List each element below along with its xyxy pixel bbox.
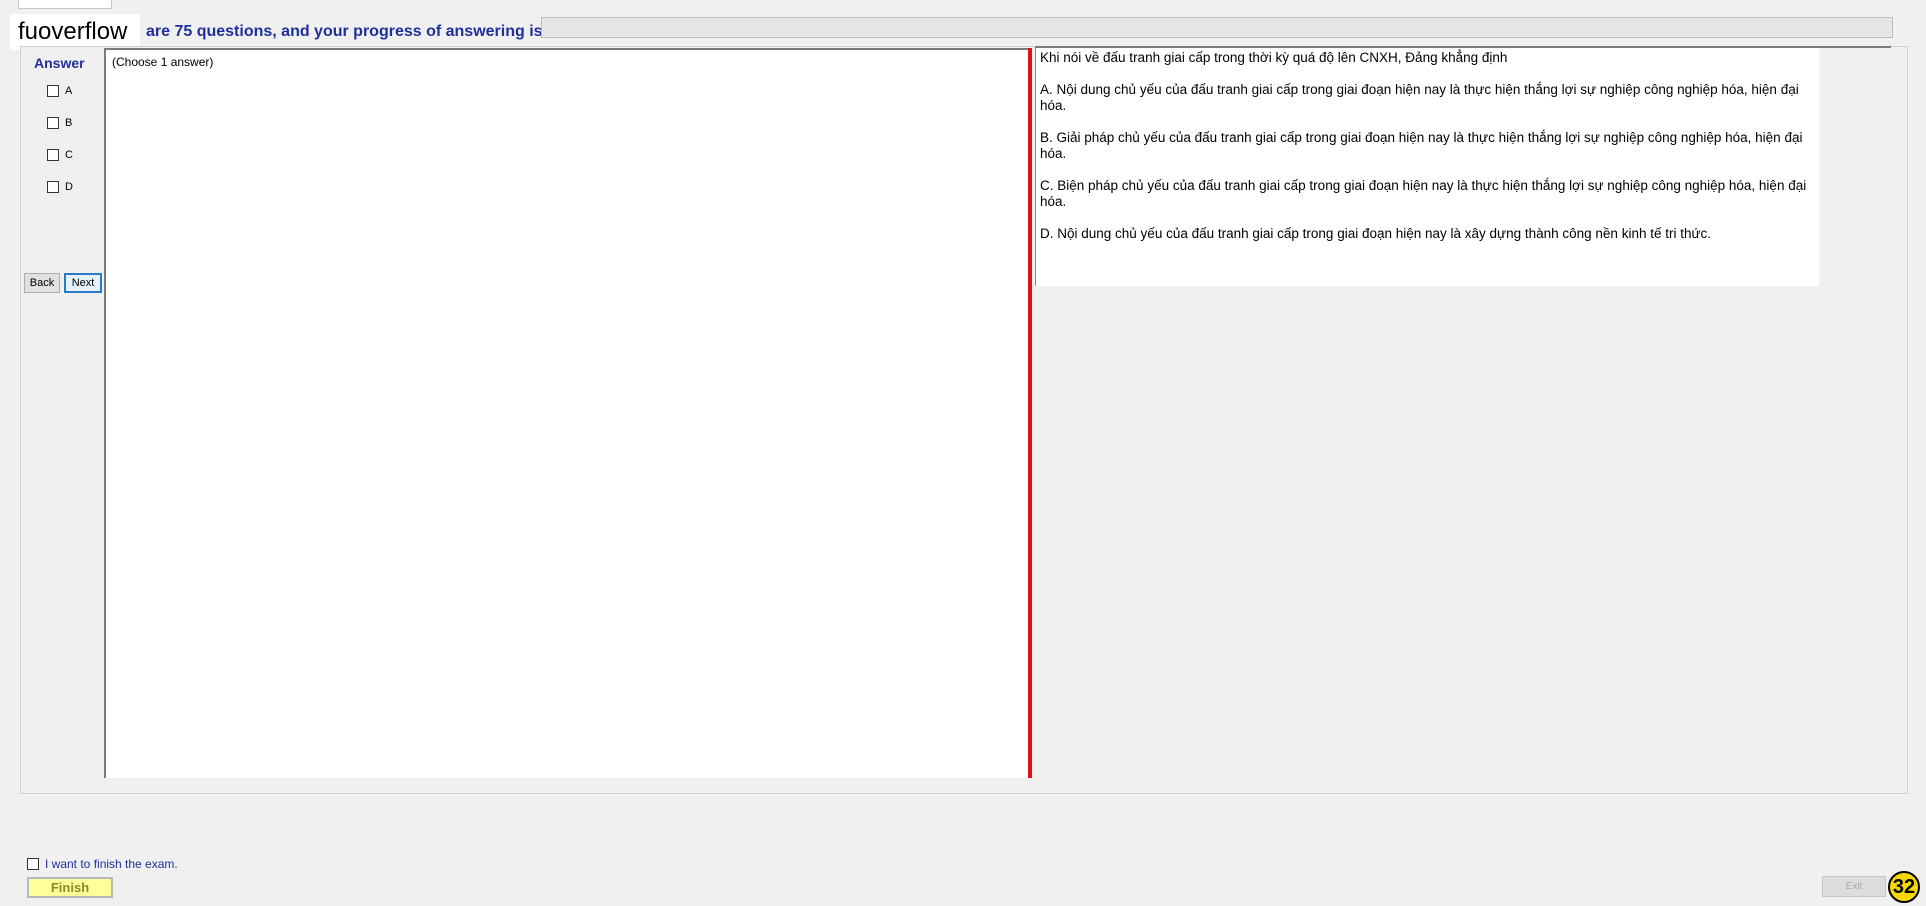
top-tab[interactable] xyxy=(18,0,112,9)
answer-option-c[interactable]: C xyxy=(47,147,73,163)
progress-bar xyxy=(541,17,1893,38)
question-option-c: C. Biện pháp chủ yếu của đấu tranh giai … xyxy=(1040,178,1807,209)
option-label-c: C xyxy=(65,149,73,161)
finish-confirm[interactable]: I want to finish the exam. xyxy=(27,857,178,871)
answer-content-area[interactable]: (Choose 1 answer) xyxy=(104,48,1032,778)
checkbox-b[interactable] xyxy=(47,117,59,129)
option-label-a: A xyxy=(65,85,73,97)
answer-title: Answer xyxy=(34,55,85,71)
question-panel: Khi nói về đấu tranh giai cấp trong thời… xyxy=(1035,48,1819,286)
back-button[interactable]: Back xyxy=(24,273,60,293)
next-button[interactable]: Next xyxy=(64,273,102,293)
choose-instruction: (Choose 1 answer) xyxy=(112,55,214,69)
question-option-d: D. Nội dung chủ yếu của đấu tranh giai c… xyxy=(1040,226,1712,241)
question-option-b: B. Giải pháp chủ yếu của đấu tranh giai … xyxy=(1040,130,1803,161)
option-label-d: D xyxy=(65,181,73,193)
answer-option-a[interactable]: A xyxy=(47,83,72,99)
exam-window: fuoverflow are 75 questions, and your pr… xyxy=(0,0,1926,906)
question-option-a: A. Nội dung chủ yếu của đấu tranh giai c… xyxy=(1040,82,1799,113)
count-badge: 32 xyxy=(1888,871,1920,903)
checkbox-d[interactable] xyxy=(47,181,59,193)
finish-checkbox[interactable] xyxy=(27,858,39,870)
answer-option-d[interactable]: D xyxy=(47,179,73,195)
answer-option-b[interactable]: B xyxy=(47,115,72,131)
watermark-label: fuoverflow xyxy=(10,14,140,50)
finish-button[interactable]: Finish xyxy=(27,877,113,898)
option-label-b: B xyxy=(65,117,73,129)
finish-confirm-label: I want to finish the exam. xyxy=(45,857,178,871)
exit-button[interactable]: Exit xyxy=(1822,876,1886,897)
progress-text: are 75 questions, and your progress of a… xyxy=(146,23,543,40)
checkbox-c[interactable] xyxy=(47,149,59,161)
checkbox-a[interactable] xyxy=(47,85,59,97)
panel-divider[interactable] xyxy=(1028,48,1032,778)
question-title: Khi nói về đấu tranh giai cấp trong thời… xyxy=(1040,50,1508,65)
